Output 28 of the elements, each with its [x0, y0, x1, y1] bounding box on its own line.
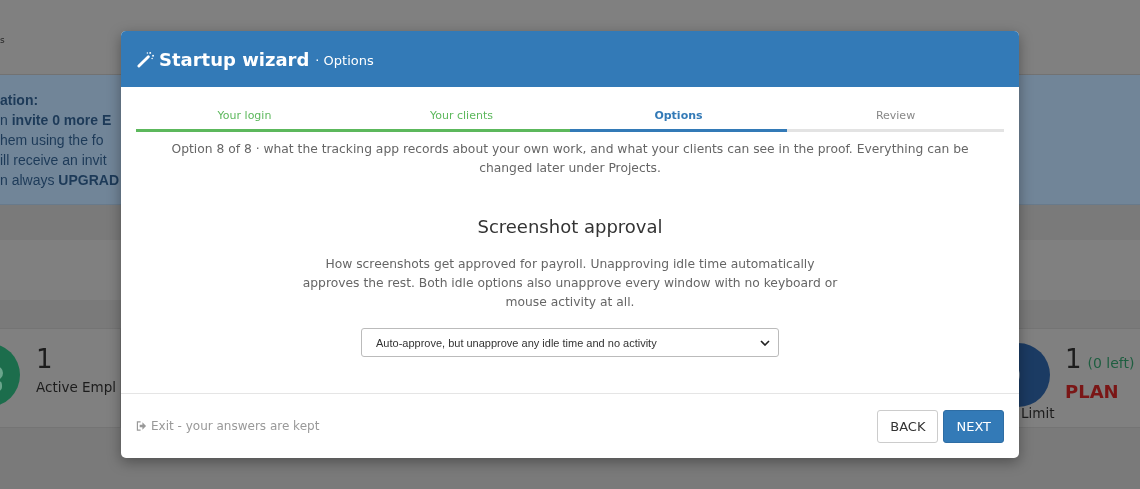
plan-link[interactable]: PLAN	[1065, 381, 1135, 402]
exit-icon	[136, 421, 147, 431]
wand-icon	[137, 50, 154, 68]
notice-text: ill receive an invit	[0, 150, 108, 170]
dialog-title: Startup wizard	[159, 48, 310, 70]
back-button[interactable]: BACK	[877, 409, 939, 443]
approval-select[interactable]: Auto-approve, but unapprove any idle time and no activity	[361, 328, 779, 357]
notice-title: ation:	[0, 90, 40, 110]
notice-text: n always UPGRAD	[0, 170, 120, 190]
remaining-text: (0 left)	[1087, 355, 1135, 371]
caret-icon	[760, 339, 770, 346]
notice-text: hem using the fo	[0, 130, 105, 150]
wizard-step[interactable]: Your login	[136, 109, 353, 132]
wizard-step[interactable]: Review	[787, 109, 1004, 132]
stat-label: Active Empl	[36, 379, 117, 395]
section-title: Screenshot approval	[477, 216, 663, 237]
notice-text: n invite 0 more E	[0, 110, 113, 130]
intro-text: Option 8 of 8 · what the tracking app records about your own work, and what your clients can see in the proof. Everything can be changed later under Projects.	[170, 141, 970, 177]
next-button[interactable]: NEXT	[943, 409, 1004, 443]
exit-link[interactable]: Exit - your answers are kept	[151, 419, 320, 433]
stat-value: 1	[36, 343, 54, 375]
stat-label: Limit	[1021, 405, 1056, 421]
description-text: How screenshots get approved for payroll. Unapproving idle time automatically approves the rest. Both idle options also unapprove every window with no keyboard or mouse activity at all.	[301, 256, 839, 311]
wizard-step[interactable]: Options	[570, 109, 787, 132]
stat-value: 1	[1065, 343, 1082, 375]
wizard-step[interactable]: Your clients	[353, 109, 570, 132]
nav-text[interactable]: s	[0, 35, 5, 45]
dialog-subtitle: · Options	[315, 53, 374, 68]
